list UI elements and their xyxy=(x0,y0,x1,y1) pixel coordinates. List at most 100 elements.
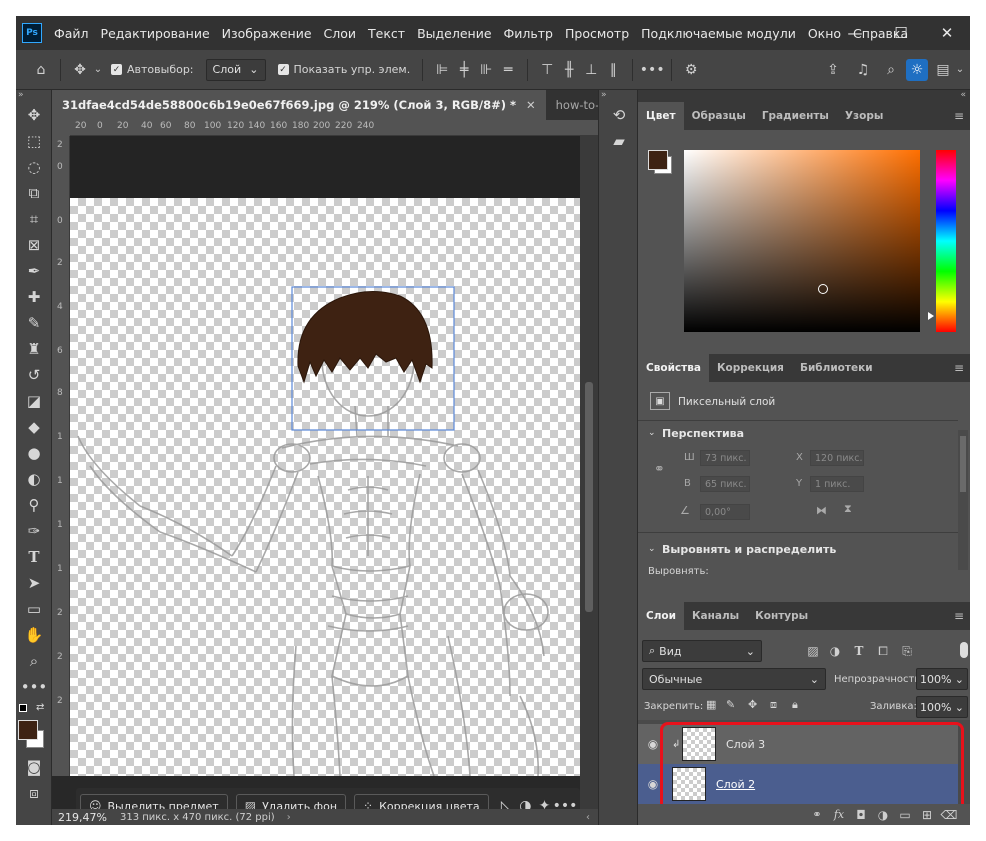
height-field[interactable]: 65 пикс. xyxy=(700,476,750,492)
folder-icon[interactable]: ▭ xyxy=(894,804,916,826)
x-field[interactable]: 120 пикс. xyxy=(810,450,864,466)
minimize-button[interactable]: — xyxy=(832,16,878,50)
show-transform-checkbox[interactable]: ✓ xyxy=(277,64,289,75)
eyedropper-tool-icon[interactable]: ✒ xyxy=(16,258,52,284)
hand-tool-icon[interactable]: ✋ xyxy=(16,622,52,648)
smudge-tool-icon[interactable]: ⚲ xyxy=(16,492,52,518)
lock-transparency-icon[interactable]: ▦ xyxy=(706,698,716,711)
maximize-button[interactable]: ☐ xyxy=(878,16,924,50)
opacity-field[interactable]: 100% ⌄ xyxy=(916,668,968,690)
menu-image[interactable]: Изображение xyxy=(222,26,312,41)
align-distribute-title[interactable]: Выровнять и распределить xyxy=(662,543,836,556)
collapse-icon[interactable]: » xyxy=(599,90,637,102)
panel-menu-icon[interactable]: ≡ xyxy=(954,609,964,623)
more-options-icon[interactable]: ••• xyxy=(640,59,665,81)
chevron-right-icon[interactable]: › xyxy=(287,812,291,823)
blur-tool-icon[interactable]: ● xyxy=(16,440,52,466)
object-select-tool-icon[interactable]: ⧉ xyxy=(16,180,52,206)
chevron-down-icon[interactable]: ⌄ xyxy=(648,428,656,438)
hue-slider-handle[interactable] xyxy=(928,312,934,320)
quick-mask-icon[interactable]: ◙ xyxy=(16,754,52,780)
lasso-tool-icon[interactable]: ◌ xyxy=(16,154,52,180)
history-icon[interactable]: ⟲ xyxy=(599,102,639,128)
workspace-icon[interactable]: ▤ xyxy=(932,59,954,81)
history-brush-icon[interactable]: ↺ xyxy=(16,362,52,388)
menu-filter[interactable]: Фильтр xyxy=(504,26,553,41)
zoom-level[interactable]: 219,47% xyxy=(58,811,112,824)
trash-icon[interactable]: ⌫ xyxy=(938,804,960,826)
lock-image-icon[interactable]: ✎ xyxy=(726,698,735,711)
autoselect-dropdown[interactable]: Слой ⌄ xyxy=(205,58,266,81)
flip-vertical-icon[interactable]: ⧗ xyxy=(844,502,852,516)
fill-field[interactable]: 100% ⌄ xyxy=(916,696,968,718)
zoom-tool-icon[interactable]: ⌕ xyxy=(16,648,52,674)
filter-adjustment-icon[interactable]: ◑ xyxy=(824,640,846,662)
align-bottom-icon[interactable]: ⊥ xyxy=(580,59,602,81)
color-picker-cursor[interactable] xyxy=(818,284,828,294)
color-field[interactable] xyxy=(684,150,920,332)
collapse-icon[interactable]: « xyxy=(638,90,970,102)
move-tool-icon[interactable]: ✥ xyxy=(69,59,91,81)
vertical-scrollbar[interactable] xyxy=(580,136,598,825)
align-middle-icon[interactable]: ═ xyxy=(497,59,519,81)
lock-position-icon[interactable]: ✥ xyxy=(748,698,757,711)
brush-tool-icon[interactable]: ✎ xyxy=(16,310,52,336)
distribute-icon[interactable]: ∥ xyxy=(602,59,624,81)
more-tools-icon[interactable]: ••• xyxy=(16,674,52,700)
layer-filter-dropdown[interactable]: ⌕ Вид ⌄ xyxy=(642,640,762,662)
perspective-title[interactable]: Перспектива xyxy=(662,427,744,440)
healing-brush-icon[interactable]: ✚ xyxy=(16,284,52,310)
align-top-icon[interactable]: ⊤ xyxy=(536,59,558,81)
menu-layers[interactable]: Слои xyxy=(324,26,357,41)
crop-tool-icon[interactable]: ⌗ xyxy=(16,206,52,232)
dodge-tool-icon[interactable]: ◐ xyxy=(16,466,52,492)
home-icon[interactable]: ⌂ xyxy=(30,59,52,81)
properties-scrollbar[interactable] xyxy=(958,430,968,570)
lock-all-icon[interactable]: 🔒︎ xyxy=(792,698,798,712)
hue-slider[interactable] xyxy=(936,150,956,332)
autoselect-checkbox[interactable]: ✓ xyxy=(111,64,122,75)
chevron-down-icon[interactable]: ⌄ xyxy=(91,59,105,81)
chevron-down-icon[interactable]: ⌄ xyxy=(648,544,656,554)
search-icon[interactable]: ⌕ xyxy=(880,59,902,81)
pen-tool-icon[interactable]: ✑ xyxy=(16,518,52,544)
foreground-color-swatch[interactable] xyxy=(648,150,668,170)
menu-edit[interactable]: Редактирование xyxy=(101,26,210,41)
foreground-color-swatch[interactable] xyxy=(18,720,38,740)
tab-patterns[interactable]: Узоры xyxy=(837,102,891,130)
align-center-h-icon[interactable]: ╪ xyxy=(453,59,475,81)
panel-menu-icon[interactable]: ≡ xyxy=(954,361,964,375)
align-right-icon[interactable]: ⊪ xyxy=(475,59,497,81)
close-button[interactable]: ✕ xyxy=(924,16,970,50)
new-layer-icon[interactable]: ⊞ xyxy=(916,804,938,826)
filter-smart-object-icon[interactable]: ⎘ xyxy=(896,640,918,662)
y-field[interactable]: 1 пикс. xyxy=(810,476,864,492)
adjustment-layer-icon[interactable]: ◑ xyxy=(872,804,894,826)
tab-document-active[interactable]: 31dfae4cd54de58800c6b19e0e67f669.jpg @ 2… xyxy=(52,90,546,120)
fx-icon[interactable]: fx xyxy=(828,804,850,826)
chevron-down-icon[interactable]: ⌄ xyxy=(954,59,966,81)
menu-file[interactable]: Файл xyxy=(54,26,89,41)
align-center-v-icon[interactable]: ╫ xyxy=(558,59,580,81)
gear-icon[interactable]: ⚙ xyxy=(680,59,702,81)
link-icon[interactable]: ⚭ xyxy=(654,462,665,477)
link-layers-icon[interactable]: ⚭ xyxy=(806,804,828,826)
default-colors-icon[interactable] xyxy=(19,704,27,712)
tab-gradients[interactable]: Градиенты xyxy=(754,102,837,130)
width-field[interactable]: 73 пикс. xyxy=(700,450,750,466)
tab-layers[interactable]: Слои xyxy=(638,602,684,630)
filter-shape-icon[interactable]: ⧠ xyxy=(872,640,894,662)
close-icon[interactable]: ✕ xyxy=(526,98,536,112)
marquee-tool-icon[interactable]: ⬚ xyxy=(16,128,52,154)
flip-horizontal-icon[interactable]: ⧓ xyxy=(816,504,827,517)
lock-artboard-icon[interactable]: ⧈ xyxy=(770,698,777,712)
filter-pixel-icon[interactable]: ▨ xyxy=(802,640,824,662)
menu-plugins[interactable]: Подключаемые модули xyxy=(641,26,796,41)
menu-view[interactable]: Просмотр xyxy=(565,26,629,41)
type-tool-icon[interactable]: T xyxy=(16,544,52,570)
tab-paths[interactable]: Контуры xyxy=(747,602,816,630)
move-tool-icon[interactable]: ✥ xyxy=(16,102,52,128)
eraser-tool-icon[interactable]: ◪ xyxy=(16,388,52,414)
scroll-thumb[interactable] xyxy=(960,436,966,492)
comments-icon[interactable]: ▰ xyxy=(599,128,639,154)
